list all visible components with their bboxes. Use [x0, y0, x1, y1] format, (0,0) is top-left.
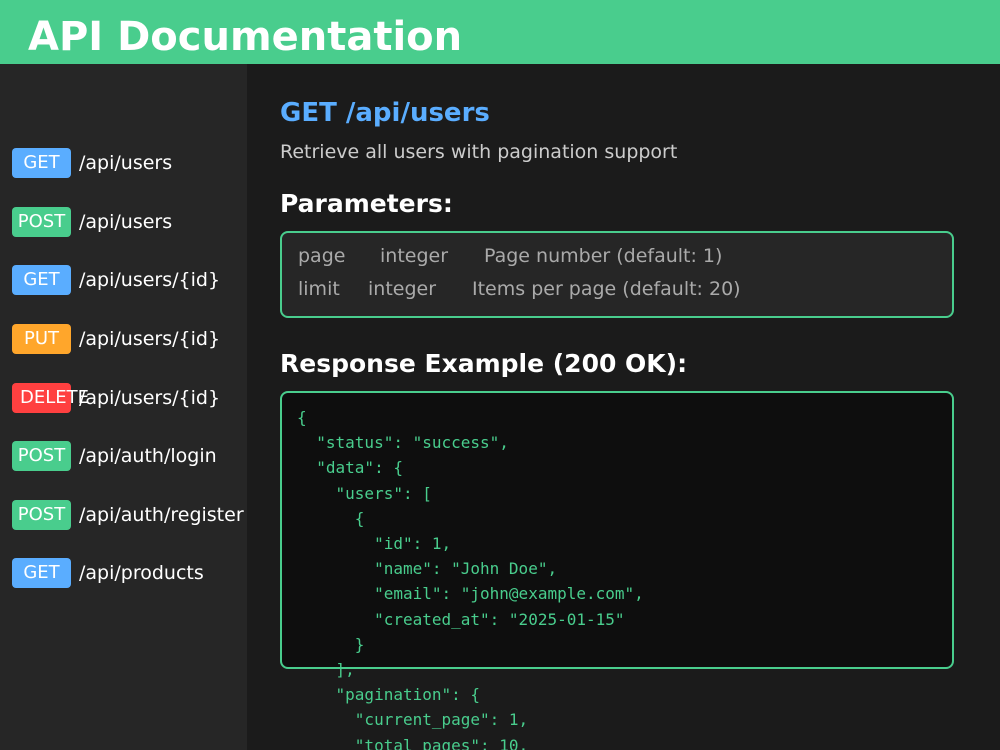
- sidebar-item-get-user-by-id[interactable]: GET /api/users/{id}: [12, 265, 272, 295]
- method-badge: PUT: [12, 324, 71, 354]
- parameter-name: limit: [298, 278, 340, 300]
- sidebar-item-get-products[interactable]: GET /api/products: [12, 558, 272, 588]
- parameter-type: integer: [368, 278, 437, 300]
- parameter-row: page integer Page number (default: 1): [298, 242, 722, 270]
- sidebar-item-post-auth-register[interactable]: POST /api/auth/register: [12, 500, 272, 530]
- method-badge: POST: [12, 500, 71, 530]
- endpoint-path: /api/users: [79, 152, 173, 174]
- parameter-name: page: [298, 245, 346, 267]
- method-badge: GET: [12, 148, 71, 178]
- sidebar-item-put-user-by-id[interactable]: PUT /api/users/{id}: [12, 324, 272, 354]
- endpoint-path: /api/auth/login: [79, 445, 217, 467]
- endpoint-title: GET /api/users: [280, 98, 490, 128]
- page-title: API Documentation: [28, 14, 463, 60]
- sidebar-item-post-auth-login[interactable]: POST /api/auth/login: [12, 441, 272, 471]
- endpoint-path: /api/users/{id}: [79, 328, 221, 350]
- method-badge: GET: [12, 558, 71, 588]
- response-heading: Response Example (200 OK):: [280, 349, 688, 378]
- sidebar-item-delete-user-by-id[interactable]: DELETE /api/users/{id}: [12, 383, 272, 413]
- method-badge: POST: [12, 207, 71, 237]
- endpoint-detail-panel: GET /api/users Retrieve all users with p…: [247, 64, 1000, 750]
- parameters-table: page integer Page number (default: 1) limi…: [280, 231, 954, 318]
- sidebar-item-get-users[interactable]: GET /api/users: [12, 148, 272, 178]
- parameters-heading: Parameters:: [280, 189, 453, 218]
- parameter-row: limit integer Items per page (default: 20): [298, 275, 741, 303]
- method-badge: DELETE: [12, 383, 89, 413]
- endpoint-path: /api/users/{id}: [79, 387, 221, 409]
- endpoint-path: /api/users: [79, 211, 173, 233]
- endpoint-sidebar: GET /api/users POST /api/users GET /api/…: [0, 64, 247, 750]
- parameter-type: integer: [380, 245, 449, 267]
- response-json: { "status": "success", "data": { "users"…: [297, 408, 644, 750]
- parameter-description: Page number (default: 1): [484, 245, 723, 267]
- sidebar-item-post-users[interactable]: POST /api/users: [12, 207, 272, 237]
- method-badge: POST: [12, 441, 71, 471]
- endpoint-path: /api/users/{id}: [79, 269, 221, 291]
- endpoint-path: /api/products: [79, 562, 204, 584]
- method-badge: GET: [12, 265, 71, 295]
- parameter-description: Items per page (default: 20): [472, 278, 741, 300]
- endpoint-path: /api/auth/register: [79, 504, 244, 526]
- endpoint-description: Retrieve all users with pagination suppo…: [280, 141, 678, 163]
- header-bar: API Documentation: [0, 0, 1000, 64]
